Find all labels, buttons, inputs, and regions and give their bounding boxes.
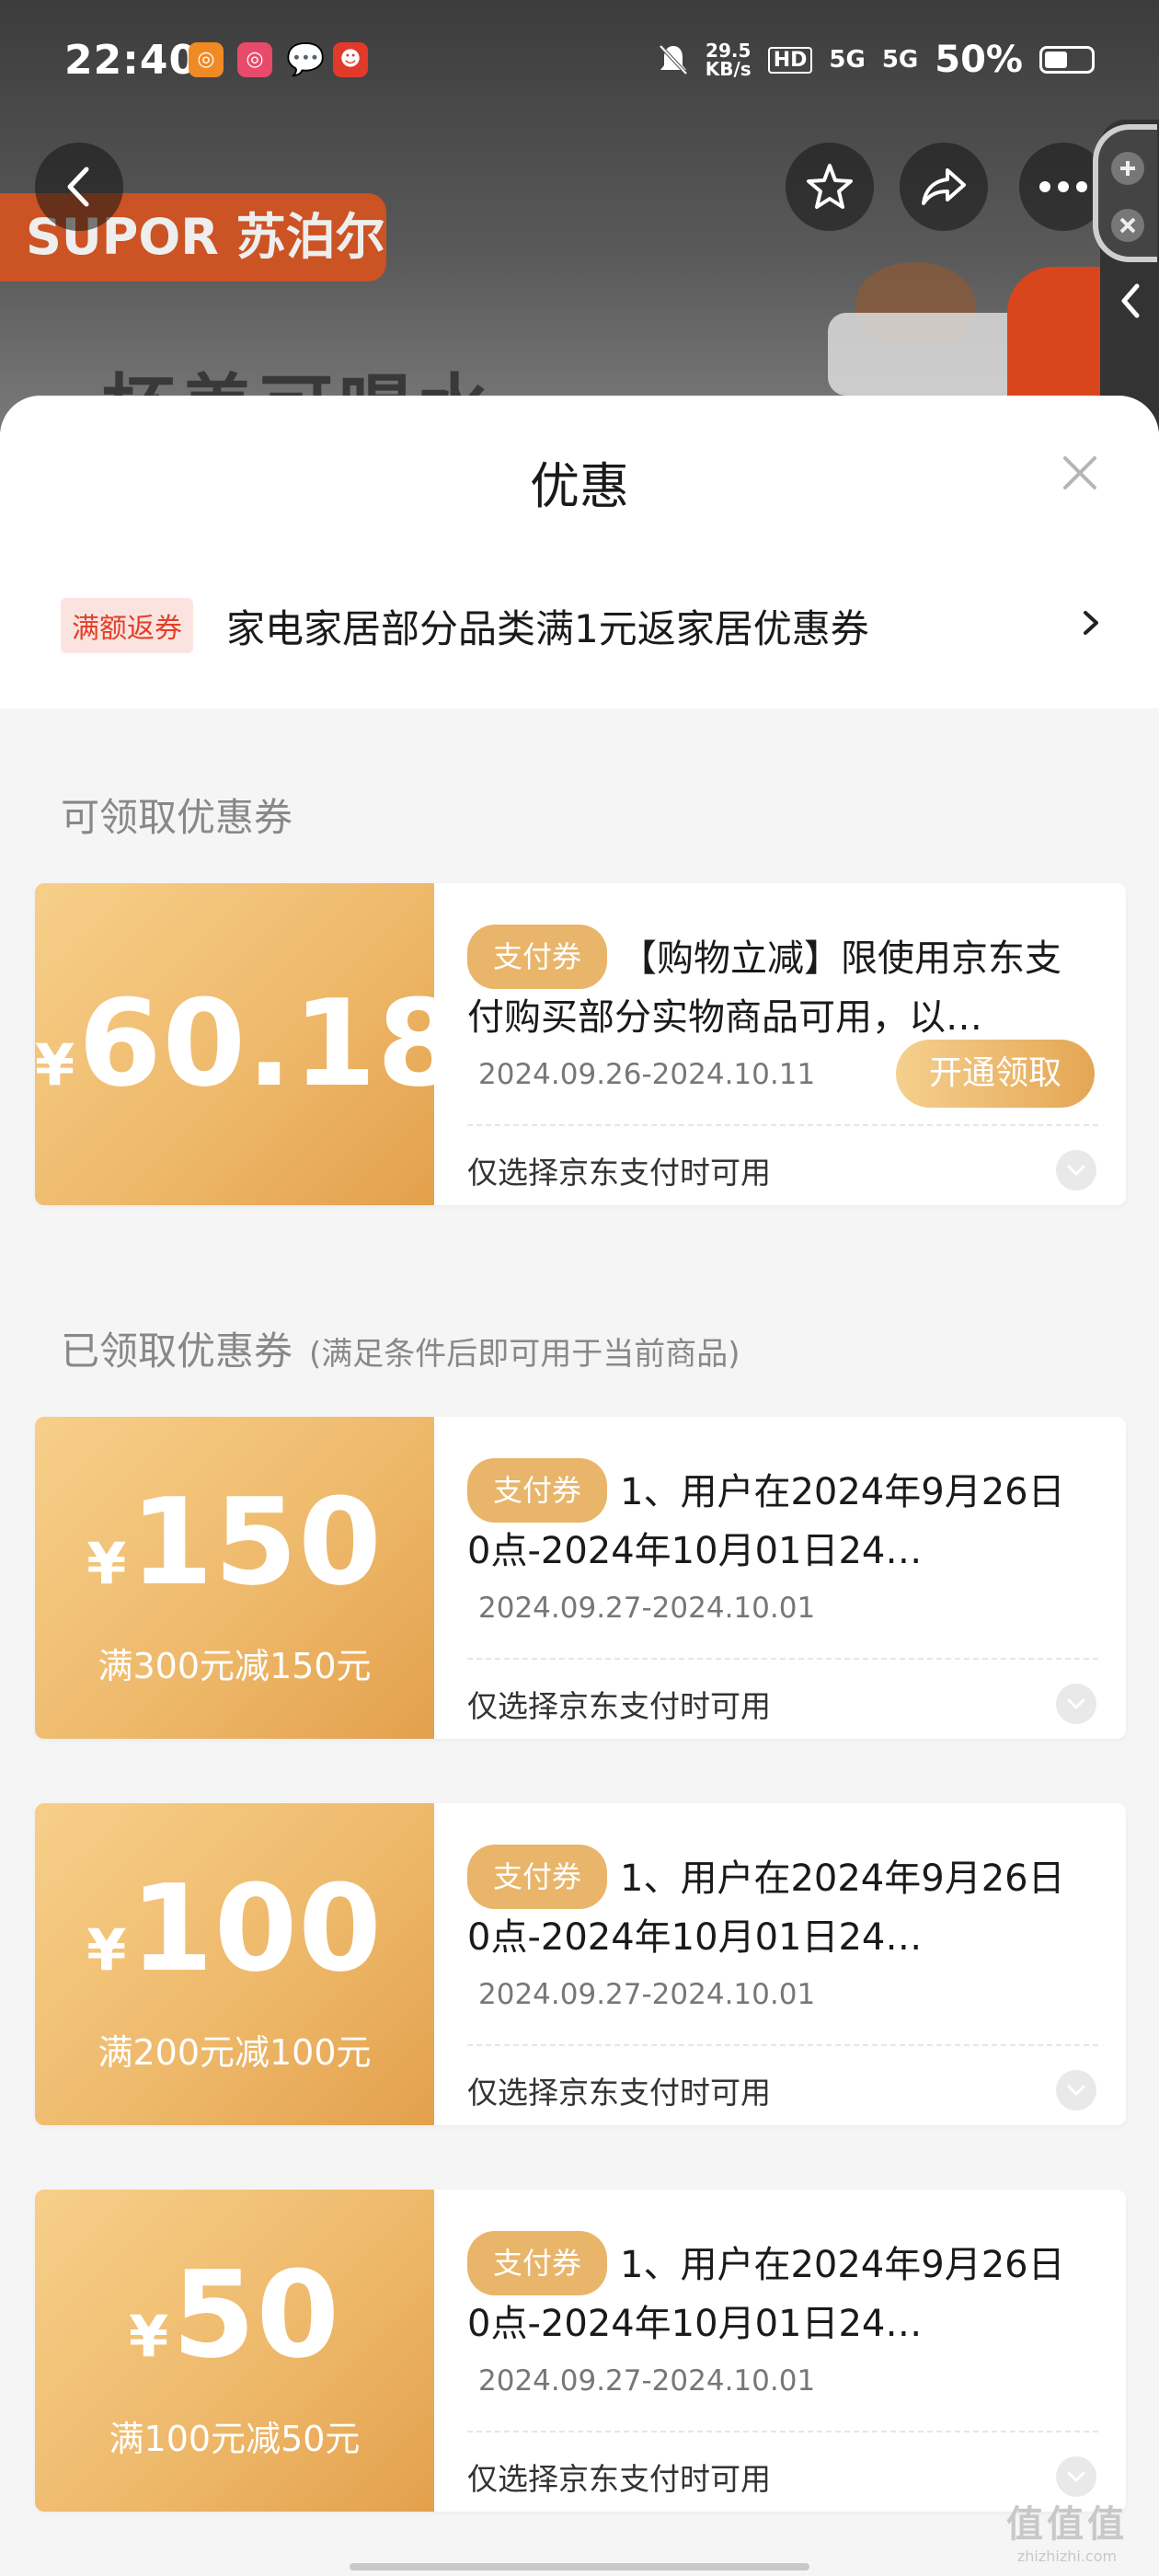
hd-badge: HD (767, 46, 813, 74)
close-icon[interactable] (1058, 451, 1102, 495)
status-indicators: 29.5 KB/s HD 5G 5G 50% (658, 37, 1095, 83)
coupon-details: 支付券 【购物立减】限使用京东支付购买部分实物商品可用，以… 2024.09.26… (434, 883, 1126, 1205)
rebate-tag: 满额返券 (61, 598, 193, 653)
battery-icon (1039, 46, 1095, 74)
app-notification-icon: ◎ (237, 42, 272, 77)
coupon-divider (467, 1124, 1098, 1126)
coupon-details: 支付券 1、用户在2024年9月26日0点-2024年10月01日24… 2024… (434, 1803, 1126, 2125)
watermark: 值值值 zhizhizhi.com (1006, 2503, 1128, 2565)
coupon-divider (467, 2044, 1098, 2046)
coupon-note: 仅选择京东支付时可用 (467, 1688, 771, 1724)
expand-icon[interactable] (1056, 2070, 1096, 2110)
rebate-row[interactable]: 满额返券 家电家居部分品类满1元返家居优惠券 (0, 543, 1159, 708)
signal-5g-icon: 5G (881, 46, 919, 74)
share-button[interactable] (900, 143, 988, 231)
floating-window-controls[interactable] (1093, 124, 1157, 262)
coupon-amount-panel: ¥60.18 (35, 883, 462, 1205)
coupon-condition: 满100元减50元 (109, 2419, 361, 2459)
coupon-amount-panel: ¥150 满300元减150元 (35, 1417, 434, 1739)
coupon-description: 支付券 1、用户在2024年9月26日0点-2024年10月01日24… (467, 2231, 1065, 2345)
claimed-section-sublabel: (满足条件后即可用于当前商品) (309, 1336, 740, 1373)
coupon-sheet: 优惠 满额返券 家电家居部分品类满1元返家居优惠券 可领取优惠券 ¥60.18 … (0, 396, 1159, 2576)
coupon-card[interactable]: ¥100 满200元减100元 支付券 1、用户在2024年9月26日0点-202… (35, 1803, 1126, 2125)
coupon-card[interactable]: ¥150 满300元减150元 支付券 1、用户在2024年9月26日0点-202… (35, 1417, 1126, 1739)
network-speed: 29.5 KB/s (705, 40, 752, 80)
coupon-type-tag: 支付券 (467, 2231, 608, 2295)
chevron-left-icon[interactable] (1115, 281, 1146, 321)
coupon-condition: 满300元减150元 (98, 1646, 372, 1686)
coupon-divider (467, 1658, 1098, 1660)
expand-icon[interactable] (1056, 1150, 1096, 1190)
coupon-amount: ¥100 (86, 1858, 383, 1998)
coupon-details: 支付券 1、用户在2024年9月26日0点-2024年10月01日24… 2024… (434, 1417, 1126, 1739)
status-bar: 22:40 ◎ ◎ 💬 ☻ 29.5 KB/s HD 5G 5G 50% (0, 0, 1159, 120)
app-notification-icon: ☻ (333, 42, 368, 77)
expand-icon[interactable] (1056, 1684, 1096, 1724)
coupon-note: 仅选择京东支付时可用 (467, 2075, 771, 2110)
coupon-description: 支付券 【购物立减】限使用京东支付购买部分实物商品可用，以… (467, 925, 1065, 1039)
coupon-divider (467, 2431, 1098, 2432)
zoom-controls-icon (1111, 152, 1144, 242)
coupon-description: 支付券 1、用户在2024年9月26日0点-2024年10月01日24… (467, 1845, 1065, 1959)
available-section-label: 可领取优惠券 (61, 795, 293, 840)
claim-coupon-button[interactable]: 开通领取 (896, 1040, 1095, 1108)
rebate-text: 家电家居部分品类满1元返家居优惠券 (226, 605, 869, 651)
star-icon (807, 164, 853, 209)
coupon-card[interactable]: ¥60.18 支付券 【购物立减】限使用京东支付购买部分实物商品可用，以… 202… (35, 883, 1126, 1205)
claimed-section-label: 已领取优惠券 (满足条件后即可用于当前商品) (61, 1328, 740, 1374)
more-dots-icon (1039, 181, 1087, 192)
coupon-amount: ¥60.18 (35, 973, 462, 1113)
coupon-card[interactable]: ¥50 满100元减50元 支付券 1、用户在2024年9月26日0点-2024年… (35, 2190, 1126, 2512)
coupon-amount-panel: ¥50 满100元减50元 (35, 2190, 434, 2512)
coupon-dates: 2024.09.27-2024.10.01 (478, 1592, 816, 1625)
signal-5g-icon: 5G (829, 46, 866, 74)
share-icon (922, 168, 966, 205)
coupon-dates: 2024.09.27-2024.10.01 (478, 1978, 816, 2011)
coupon-amount: ¥50 (128, 2245, 341, 2385)
mute-bell-icon (659, 44, 688, 75)
coupon-dates: 2024.09.27-2024.10.01 (478, 2364, 816, 2398)
status-time: 22:40 (64, 37, 199, 84)
chevron-left-icon (67, 167, 89, 207)
product-page-background: SUPOR 苏泊尔 杯盖可喝水 22:40 ◎ ◎ 💬 ☻ 29.5 KB/s … (0, 0, 1159, 432)
coupon-note: 仅选择京东支付时可用 (467, 1155, 771, 1190)
chevron-right-icon (1084, 611, 1098, 635)
coupon-type-tag: 支付券 (467, 1845, 608, 1909)
coupon-details: 支付券 1、用户在2024年9月26日0点-2024年10月01日24… 2024… (434, 2190, 1126, 2512)
coupon-dates: 2024.09.26-2024.10.11 (478, 1058, 816, 1091)
coupon-type-tag: 支付券 (467, 1458, 608, 1523)
coupon-description: 支付券 1、用户在2024年9月26日0点-2024年10月01日24… (467, 1458, 1065, 1572)
product-image-base (828, 313, 1030, 396)
home-indicator[interactable] (350, 2563, 809, 2570)
expand-icon[interactable] (1056, 2456, 1096, 2497)
coupon-amount-panel: ¥100 满200元减100元 (35, 1803, 434, 2125)
sheet-title: 优惠 (530, 457, 629, 515)
back-button[interactable] (35, 143, 123, 231)
coupon-note: 仅选择京东支付时可用 (467, 2461, 771, 2497)
coupon-condition: 满200元减100元 (98, 2032, 372, 2073)
app-notification-icon: ◎ (189, 42, 224, 77)
coupon-amount: ¥150 (86, 1472, 383, 1612)
coupon-type-tag: 支付券 (467, 925, 608, 989)
favorite-button[interactable] (786, 143, 874, 231)
battery-percent: 50% (935, 39, 1023, 81)
wechat-icon: 💬 (286, 41, 326, 78)
